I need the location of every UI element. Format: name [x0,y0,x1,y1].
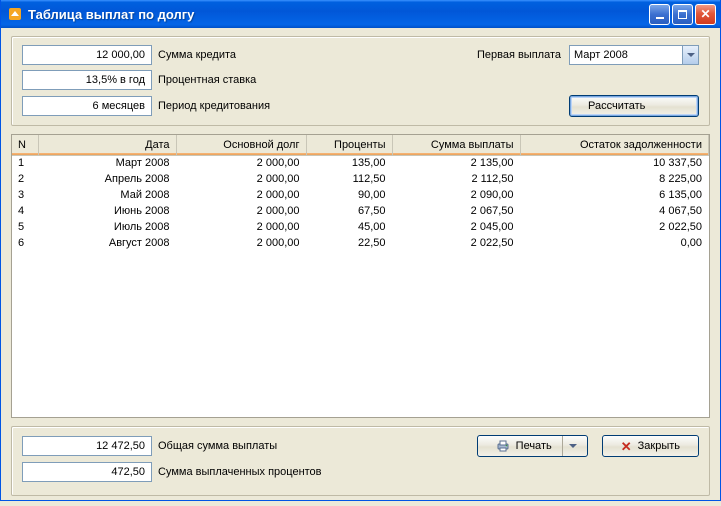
table-row[interactable]: 2Апрель 20082 000,00112,502 112,508 225,… [12,171,709,187]
print-dropdown-arrow[interactable] [562,436,583,456]
cell-interest: 135,00 [306,155,392,171]
cell-principal: 2 000,00 [176,187,306,203]
cell-date: Июнь 2008 [38,203,176,219]
window-buttons: ✕ [649,4,716,25]
cell-n: 2 [12,171,38,187]
cell-n: 4 [12,203,38,219]
print-button[interactable]: Печать [477,435,588,457]
cell-date: Август 2008 [38,235,176,251]
cell-principal: 2 000,00 [176,171,306,187]
table-row[interactable]: 6Август 20082 000,0022,502 022,500,00 [12,235,709,251]
table-row[interactable]: 3Май 20082 000,0090,002 090,006 135,00 [12,187,709,203]
total-payment-output [22,436,152,456]
cell-payment: 2 067,50 [392,203,520,219]
calculate-button-label: Рассчитать [588,100,645,112]
cell-n: 6 [12,235,38,251]
cell-principal: 2 000,00 [176,203,306,219]
titlebar[interactable]: Таблица выплат по долгу ✕ [1,0,720,28]
col-header-n[interactable]: N [12,135,38,155]
cell-date: Апрель 2008 [38,171,176,187]
client-area: Сумма кредита Первая выплата Март 2008 П… [1,28,720,506]
rate-input[interactable] [22,70,152,90]
cell-payment: 2 090,00 [392,187,520,203]
cell-balance: 8 225,00 [520,171,709,187]
window-title: Таблица выплат по долгу [28,7,649,22]
chevron-down-icon[interactable] [682,46,698,64]
col-header-principal[interactable]: Основной долг [176,135,306,155]
cell-principal: 2 000,00 [176,219,306,235]
app-icon [7,6,23,22]
first-payment-label: Первая выплата [477,49,561,61]
cell-date: Май 2008 [38,187,176,203]
cell-date: Июль 2008 [38,219,176,235]
window: Таблица выплат по долгу ✕ Сумма кредита … [0,0,721,501]
cell-n: 3 [12,187,38,203]
grid-header-row: N Дата Основной долг Проценты Сумма выпл… [12,135,709,155]
maximize-button[interactable] [672,4,693,25]
cell-n: 5 [12,219,38,235]
first-payment-select[interactable]: Март 2008 [569,45,699,65]
rate-label: Процентная ставка [158,74,256,86]
cell-balance: 10 337,50 [520,155,709,171]
total-interest-output [22,462,152,482]
loan-amount-input[interactable] [22,45,152,65]
calculate-button[interactable]: Рассчитать [569,95,699,117]
close-window-button[interactable]: ✕ [695,4,716,25]
table-row[interactable]: 4Июнь 20082 000,0067,502 067,504 067,50 [12,203,709,219]
cell-n: 1 [12,155,38,171]
cell-interest: 67,50 [306,203,392,219]
cell-date: Март 2008 [38,155,176,171]
total-interest-label: Сумма выплаченных процентов [158,466,322,478]
close-icon: ✕ [621,440,632,453]
minimize-button[interactable] [649,4,670,25]
cell-payment: 2 045,00 [392,219,520,235]
col-header-interest[interactable]: Проценты [306,135,392,155]
col-header-payment[interactable]: Сумма выплаты [392,135,520,155]
inputs-group: Сумма кредита Первая выплата Март 2008 П… [11,36,710,126]
cell-balance: 0,00 [520,235,709,251]
close-button[interactable]: ✕ Закрыть [602,435,699,457]
first-payment-value: Март 2008 [574,49,682,61]
cell-principal: 2 000,00 [176,155,306,171]
cell-interest: 90,00 [306,187,392,203]
cell-interest: 45,00 [306,219,392,235]
cell-interest: 22,50 [306,235,392,251]
printer-icon [496,439,510,453]
cell-payment: 2 112,50 [392,171,520,187]
cell-balance: 4 067,50 [520,203,709,219]
table-row[interactable]: 1Март 20082 000,00135,002 135,0010 337,5… [12,155,709,171]
close-button-label: Закрыть [638,440,680,452]
cell-balance: 6 135,00 [520,187,709,203]
total-payment-label: Общая сумма выплаты [158,440,277,452]
cell-payment: 2 135,00 [392,155,520,171]
loan-amount-label: Сумма кредита [158,49,236,61]
payments-grid[interactable]: N Дата Основной долг Проценты Сумма выпл… [11,134,710,418]
col-header-date[interactable]: Дата [38,135,176,155]
cell-balance: 2 022,50 [520,219,709,235]
period-input[interactable] [22,96,152,116]
footer-group: Общая сумма выплаты Печать [11,426,710,496]
cell-principal: 2 000,00 [176,235,306,251]
table-row[interactable]: 5Июль 20082 000,0045,002 045,002 022,50 [12,219,709,235]
cell-payment: 2 022,50 [392,235,520,251]
period-label: Период кредитования [158,100,270,112]
cell-interest: 112,50 [306,171,392,187]
print-button-label: Печать [516,440,552,452]
col-header-balance[interactable]: Остаток задолженности [520,135,709,155]
